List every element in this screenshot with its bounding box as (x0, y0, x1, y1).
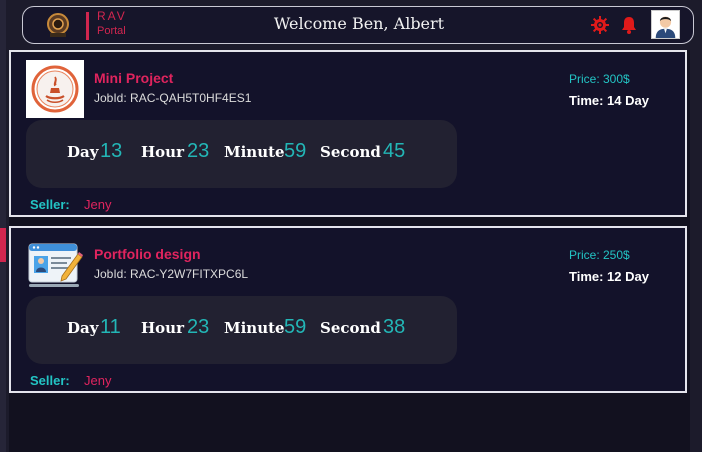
job-id: JobId: RAC-QAH5T0HF4ES1 (94, 91, 252, 105)
timer-second-value: 38 (383, 316, 406, 338)
countdown-timer: Day 13 Hour 23 Minute 59 Second 45 (26, 120, 457, 188)
timer-minute-value: 59 (284, 316, 307, 338)
seller-label: Seller: (30, 197, 70, 212)
timer-day-value: 13 (100, 140, 123, 162)
left-rail-indicator[interactable] (0, 228, 6, 262)
timer-day-label: Day (67, 143, 99, 161)
job-thumbnail (26, 60, 84, 118)
timer-minute-label: Minute (224, 143, 285, 161)
avatar[interactable] (651, 10, 680, 39)
timer-hour-label: Hour (141, 319, 184, 337)
job-price: Price: 300$ (569, 72, 630, 86)
job-id: JobId: RAC-Y2W7FITXPC6L (94, 267, 249, 281)
user-avatar-icon (652, 11, 679, 38)
seller-label: Seller: (30, 373, 70, 388)
timer-second-label: Second (320, 143, 381, 161)
job-price: Price: 250$ (569, 248, 630, 262)
gear-icon[interactable] (590, 15, 610, 35)
job-thumbnail (26, 236, 84, 294)
top-header: RAV Portal Welcome Ben, Albert (22, 6, 694, 44)
timer-hour-value: 23 (187, 140, 210, 162)
job-card[interactable]: Mini Project JobId: RAC-QAH5T0HF4ES1 Pri… (9, 50, 687, 217)
timer-second-value: 45 (383, 140, 406, 162)
countdown-timer: Day 11 Hour 23 Minute 59 Second 38 (26, 296, 457, 364)
id-card-edit-icon (28, 243, 83, 287)
seller-name[interactable]: Jeny (84, 197, 111, 212)
job-time: Time: 14 Day (569, 93, 649, 108)
timer-day-value: 11 (100, 316, 121, 338)
seller-name[interactable]: Jeny (84, 373, 111, 388)
bell-icon[interactable] (621, 16, 637, 34)
timer-second-label: Second (320, 319, 381, 337)
java-logo-icon (31, 65, 79, 113)
timer-day-label: Day (67, 319, 99, 337)
timer-minute-value: 59 (284, 140, 307, 162)
job-time: Time: 12 Day (569, 269, 649, 284)
timer-minute-label: Minute (224, 319, 285, 337)
job-title[interactable]: Mini Project (94, 70, 173, 86)
timer-hour-value: 23 (187, 316, 210, 338)
left-rail (0, 0, 6, 452)
timer-hour-label: Hour (141, 143, 184, 161)
job-title[interactable]: Portfolio design (94, 246, 201, 262)
job-card[interactable]: Portfolio design JobId: RAC-Y2W7FITXPC6L… (9, 226, 687, 393)
